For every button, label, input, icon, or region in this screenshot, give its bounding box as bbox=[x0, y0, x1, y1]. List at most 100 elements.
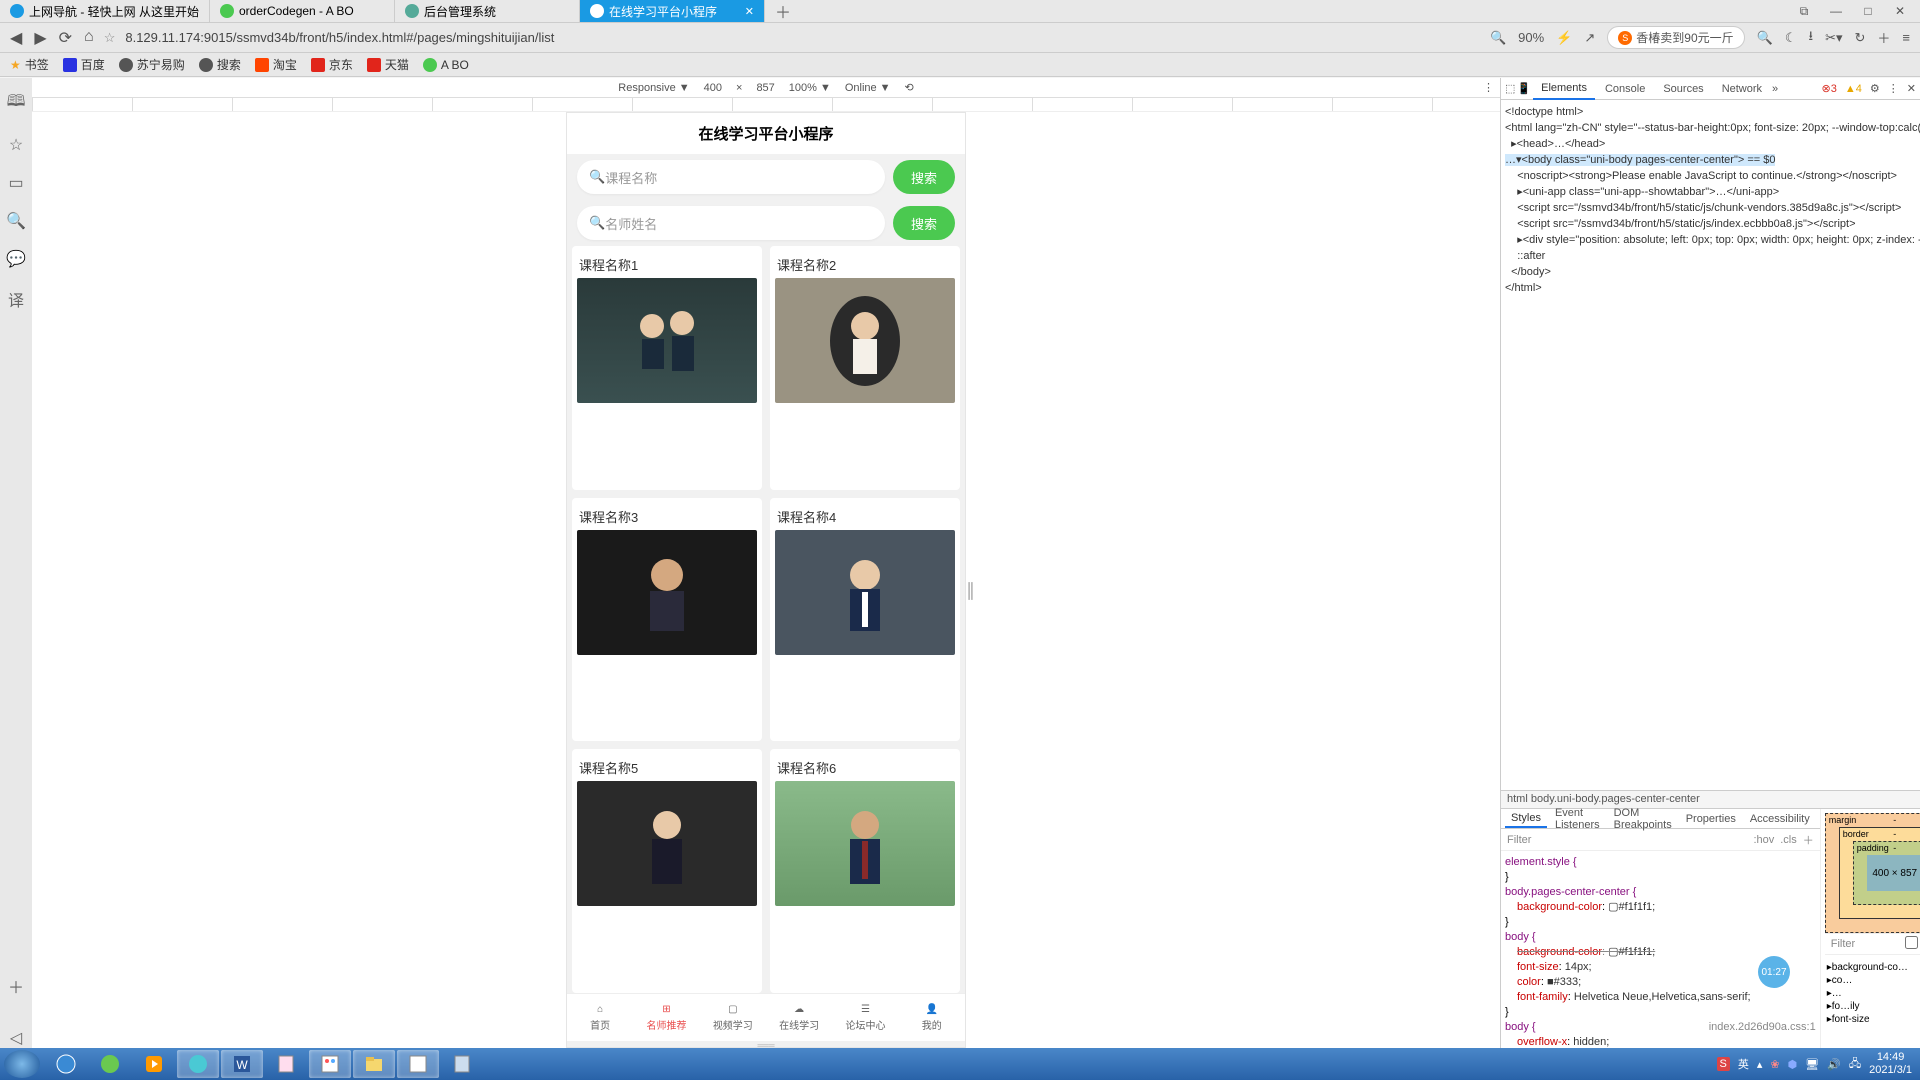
dt-settings-icon[interactable]: ⚙ bbox=[1870, 82, 1880, 95]
css-rules[interactable]: element.style {}…body.pages-center-cente… bbox=[1501, 851, 1820, 1048]
resize-handle[interactable]: ∥ bbox=[966, 580, 975, 601]
device-select[interactable]: Responsive ▼ bbox=[618, 82, 689, 94]
undo-icon[interactable]: ↻ bbox=[1854, 30, 1865, 46]
computed-list[interactable]: ▸background-co…▢rgb(2…▸co…■rgb(5…▸…block… bbox=[1825, 961, 1920, 1026]
maximize-icon[interactable]: □ bbox=[1858, 4, 1878, 19]
ime-lang[interactable]: 英 bbox=[1738, 1056, 1749, 1072]
device-throttle[interactable]: Online ▼ bbox=[845, 82, 891, 94]
teacher-search-input[interactable]: 🔍 名师姓名 bbox=[577, 206, 885, 240]
bookmark-jd[interactable]: 京东 bbox=[311, 56, 353, 73]
picture-in-picture-icon[interactable]: ⧉ bbox=[1794, 4, 1814, 19]
tab-2[interactable]: 后台管理系统 bbox=[395, 0, 580, 22]
device-width[interactable]: 400 bbox=[704, 82, 722, 94]
close-icon[interactable]: ✕ bbox=[745, 5, 754, 18]
bookmark-tmall[interactable]: 天猫 bbox=[367, 56, 409, 73]
translate-icon[interactable]: 译 bbox=[8, 287, 24, 311]
device-menu-icon[interactable]: ⋮ bbox=[1483, 81, 1494, 94]
cls-toggle[interactable]: .cls bbox=[1780, 834, 1797, 846]
device-toggle-icon[interactable]: 📱 bbox=[1517, 82, 1531, 95]
share-icon[interactable]: ↗ bbox=[1584, 30, 1595, 46]
warning-badge[interactable]: ▲4 bbox=[1845, 83, 1862, 95]
task-word[interactable]: W bbox=[221, 1050, 263, 1078]
computed-filter[interactable]: Filter bbox=[1831, 938, 1855, 950]
bookmarks-menu[interactable]: ★书签 bbox=[10, 56, 49, 73]
tab-3[interactable]: 在线学习平台小程序✕ bbox=[580, 0, 765, 22]
course-card[interactable]: 课程名称4 bbox=[770, 498, 960, 742]
task-notepad[interactable] bbox=[441, 1050, 483, 1078]
tabbar-video[interactable]: ▢视频学习 bbox=[700, 994, 766, 1041]
sub-tab-props[interactable]: Properties bbox=[1680, 811, 1742, 827]
tray-icon[interactable]: ⬢ bbox=[1788, 1058, 1798, 1071]
task-ie[interactable] bbox=[45, 1050, 87, 1078]
add-ext-icon[interactable]: ＋ bbox=[8, 974, 24, 998]
tab-0[interactable]: 上网导航 - 轻快上网 从这里开始 bbox=[0, 0, 210, 22]
tabbar-home[interactable]: ⌂首页 bbox=[567, 994, 633, 1041]
star-icon[interactable]: ☆ bbox=[9, 135, 23, 155]
task-app[interactable] bbox=[397, 1050, 439, 1078]
search-side-icon[interactable]: 🔍 bbox=[6, 211, 26, 231]
home-icon[interactable]: ⌂ bbox=[84, 28, 94, 48]
bookmark-taobao[interactable]: 淘宝 bbox=[255, 56, 297, 73]
course-card[interactable]: 课程名称1 bbox=[572, 246, 762, 490]
new-rule-icon[interactable]: ＋ bbox=[1803, 832, 1814, 848]
tabbar-mine[interactable]: 👤我的 bbox=[899, 994, 965, 1041]
course-card[interactable]: 课程名称3 bbox=[572, 498, 762, 742]
collapse-icon[interactable]: ◁ bbox=[10, 1028, 22, 1048]
add-icon[interactable]: ＋ bbox=[1877, 28, 1890, 47]
url-input[interactable]: 8.129.11.174:9015/ssmvd34b/front/h5/inde… bbox=[125, 30, 1480, 45]
close-window-icon[interactable]: ✕ bbox=[1890, 4, 1910, 19]
rotate-icon[interactable]: ⟲ bbox=[905, 81, 914, 94]
elements-tree[interactable]: <!doctype html> <html lang="zh-CN" style… bbox=[1501, 100, 1920, 790]
tab-1[interactable]: orderCodegen - A BO bbox=[210, 0, 395, 22]
back-icon[interactable]: ◀ bbox=[10, 28, 22, 48]
dt-menu-icon[interactable]: ⋮ bbox=[1888, 82, 1899, 95]
show-all-checkbox[interactable] bbox=[1905, 936, 1918, 949]
error-badge[interactable]: ⊗3 bbox=[1822, 82, 1837, 95]
book-icon[interactable]: ▭ bbox=[8, 173, 23, 193]
task-video[interactable] bbox=[133, 1050, 175, 1078]
volume-icon[interactable]: 🔊 bbox=[1827, 1058, 1841, 1071]
course-search-input[interactable]: 🔍 课程名称 bbox=[577, 160, 885, 194]
search-button-1[interactable]: 搜索 bbox=[893, 160, 955, 194]
favorite-icon[interactable]: ☆ bbox=[104, 30, 116, 46]
new-tab-button[interactable]: ＋ bbox=[765, 0, 801, 23]
tray-icon[interactable]: ❀ bbox=[1770, 1058, 1779, 1071]
bookmark-search[interactable]: 搜索 bbox=[199, 56, 241, 73]
inspect-icon[interactable]: ⬚ bbox=[1505, 82, 1515, 95]
sub-tab-a11y[interactable]: Accessibility bbox=[1744, 811, 1816, 827]
resize-grip[interactable]: ═══ bbox=[567, 1041, 965, 1047]
start-button[interactable] bbox=[4, 1050, 40, 1078]
task-paint[interactable] bbox=[309, 1050, 351, 1078]
sogou-search[interactable]: S 香椿卖到90元一斤 bbox=[1607, 26, 1744, 49]
chat-icon[interactable]: 💬 bbox=[6, 249, 26, 269]
minimize-icon[interactable]: — bbox=[1826, 4, 1846, 19]
bookmark-baidu[interactable]: 百度 bbox=[63, 56, 105, 73]
tray-up-icon[interactable]: ▴ bbox=[1757, 1058, 1763, 1071]
tabbar-online[interactable]: ☁在线学习 bbox=[766, 994, 832, 1041]
dt-tab-console[interactable]: Console bbox=[1597, 79, 1653, 99]
dt-tab-sources[interactable]: Sources bbox=[1655, 79, 1711, 99]
course-card[interactable]: 课程名称5 bbox=[572, 749, 762, 993]
bookmark-suning[interactable]: 苏宁易购 bbox=[119, 56, 185, 73]
hov-toggle[interactable]: :hov bbox=[1753, 834, 1774, 846]
more-tabs-icon[interactable]: » bbox=[1772, 83, 1778, 95]
ime-indicator[interactable]: S bbox=[1717, 1057, 1730, 1071]
search-icon[interactable]: 🔍 bbox=[1757, 30, 1773, 46]
network-icon[interactable]: 🖧 bbox=[1849, 1055, 1861, 1074]
task-browser[interactable] bbox=[89, 1050, 131, 1078]
dt-tab-elements[interactable]: Elements bbox=[1533, 78, 1595, 100]
dt-tab-network[interactable]: Network bbox=[1714, 79, 1770, 99]
scissors-icon[interactable]: ✂▾ bbox=[1825, 30, 1842, 46]
zoom-icon[interactable]: 🔍 bbox=[1490, 30, 1506, 46]
flash-icon[interactable]: ⚡ bbox=[1556, 30, 1572, 46]
device-zoom[interactable]: 100% ▼ bbox=[789, 82, 831, 94]
sub-tab-styles[interactable]: Styles bbox=[1505, 810, 1547, 828]
moon-icon[interactable]: ☾ bbox=[1785, 30, 1797, 46]
read-later-icon[interactable]: 🕮 bbox=[7, 90, 26, 117]
box-model[interactable]: margin- border- padding- 400 × 857 bbox=[1825, 813, 1920, 933]
task-360[interactable] bbox=[177, 1050, 219, 1078]
bookmark-abo[interactable]: A BO bbox=[423, 58, 469, 72]
course-card[interactable]: 课程名称6 bbox=[770, 749, 960, 993]
reload-icon[interactable]: ⟳ bbox=[59, 28, 72, 48]
dt-close-icon[interactable]: ✕ bbox=[1907, 82, 1916, 95]
